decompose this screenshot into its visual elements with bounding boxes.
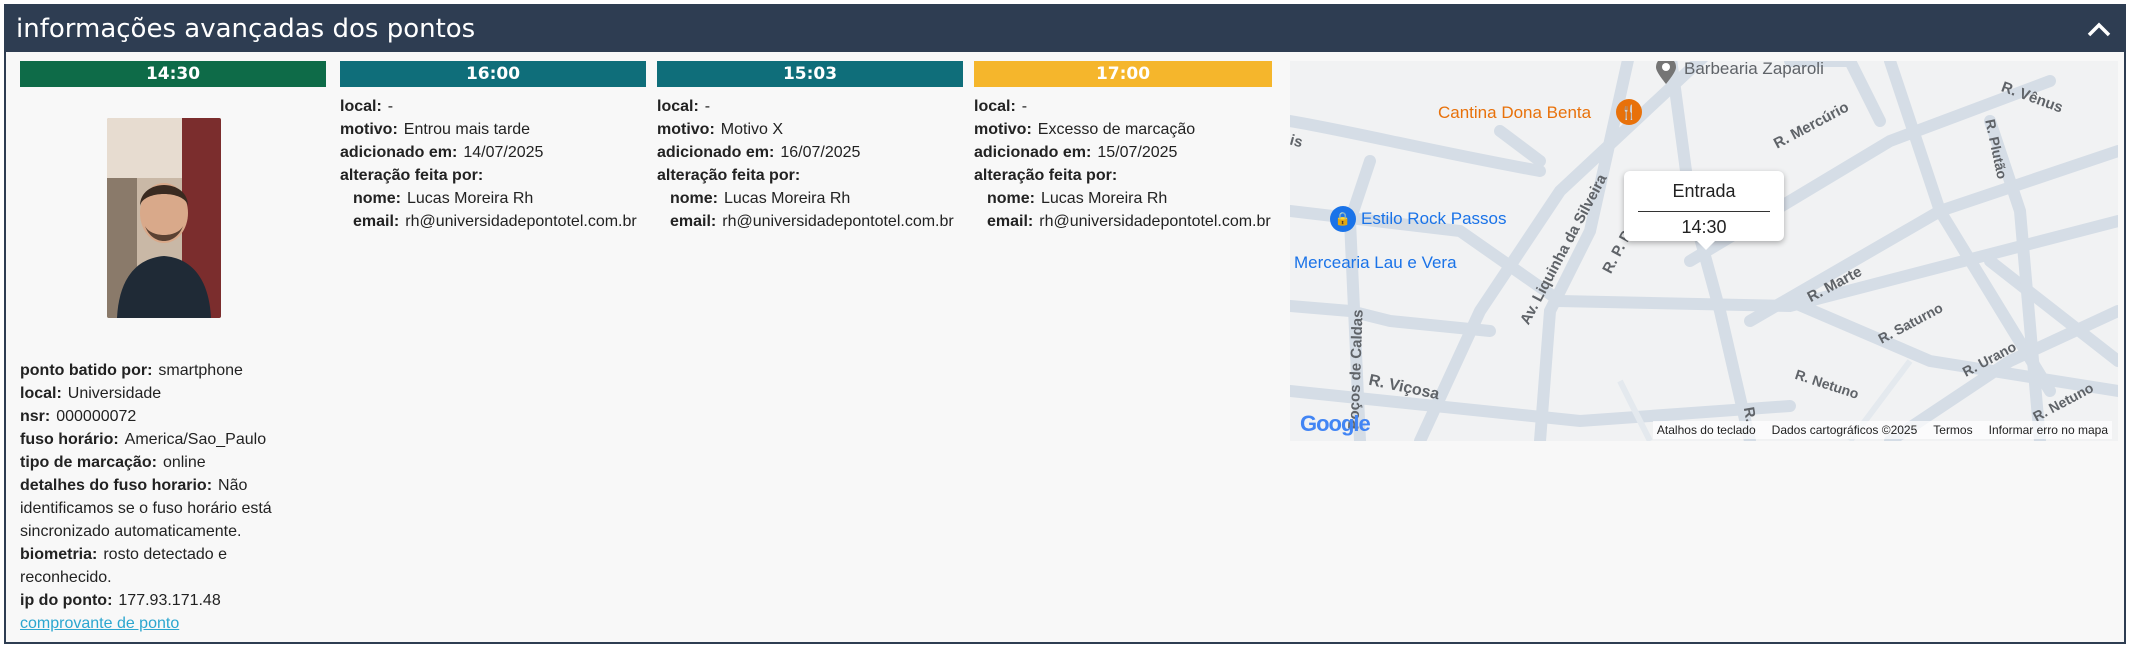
place-mercearia[interactable]: Mercearia Lau e Vera xyxy=(1294,253,1457,273)
terms-link[interactable]: Termos xyxy=(1933,423,1972,437)
label: nome: xyxy=(670,190,718,207)
value-motivo: Motivo X xyxy=(720,121,784,138)
punch-details: ponto batido por: smartphone local: Univer… xyxy=(20,359,320,635)
label: ip do ponto: xyxy=(20,592,113,609)
label: email: xyxy=(670,213,717,230)
label: adicionado em: xyxy=(340,144,458,161)
value-motivo: Entrou mais tarde xyxy=(403,121,531,138)
value-email: rh@universidadepontotel.com.br xyxy=(405,213,637,230)
punch-column-1: 16:00 local: - motivo: Entrou mais tarde a… xyxy=(340,61,646,230)
value-adicionado-em: 15/07/2025 xyxy=(1097,144,1178,161)
time-bar: 14:30 xyxy=(20,61,326,87)
label: email: xyxy=(987,213,1034,230)
punch-column-3: 17:00 local: - motivo: Excesso de marcação… xyxy=(974,61,1272,230)
value-adicionado-em: 16/07/2025 xyxy=(780,144,861,161)
panel-title: informações avançadas dos pontos xyxy=(16,14,476,44)
report-error-link[interactable]: Informar erro no mapa xyxy=(1989,423,2108,437)
barbearia-pin-icon xyxy=(1654,61,1678,85)
edit-details: local: - motivo: Entrou mais tarde adicion… xyxy=(340,95,637,233)
label: adicionado em: xyxy=(657,144,775,161)
time-bar: 17:00 xyxy=(974,61,1272,87)
value-nome: Lucas Moreira Rh xyxy=(1041,190,1168,207)
edit-details: local: - motivo: Excesso de marcação adici… xyxy=(974,95,1271,233)
tooltip-title: Entrada xyxy=(1672,181,1736,201)
punch-column-original: 14:30 xyxy=(20,61,326,87)
label: nome: xyxy=(987,190,1035,207)
value-local: - xyxy=(387,98,394,115)
label: motivo: xyxy=(657,121,715,138)
label: biometria: xyxy=(20,546,98,563)
map-tooltip: Entrada 14:30 xyxy=(1624,171,1784,250)
value-ponto-batido-por: smartphone xyxy=(158,362,243,379)
selfie-photo xyxy=(107,118,221,318)
chevron-up-icon[interactable] xyxy=(2084,14,2114,44)
value-nsr: 000000072 xyxy=(56,408,137,425)
label: tipo de marcação: xyxy=(20,454,157,471)
label: alteração feita por: xyxy=(974,167,1118,184)
place-barbearia[interactable]: Barbearia Zaparoli xyxy=(1684,61,1824,79)
label: alteração feita por: xyxy=(340,167,484,184)
advanced-points-panel: informações avançadas dos pontos 14:30 p… xyxy=(4,4,2126,644)
restaurant-icon: 🍴 xyxy=(1616,99,1642,125)
label: local: xyxy=(657,98,699,115)
shop-icon: 🔒 xyxy=(1330,206,1356,232)
label: motivo: xyxy=(340,121,398,138)
label: nsr: xyxy=(20,408,51,425)
label: fuso horário: xyxy=(20,431,119,448)
value-nome: Lucas Moreira Rh xyxy=(724,190,851,207)
label: local: xyxy=(20,385,62,402)
value-local: - xyxy=(1021,98,1028,115)
value-local: Universidade xyxy=(67,385,162,402)
map-data-text: Dados cartográficos ©2025 xyxy=(1771,423,1918,437)
tooltip-time: 14:30 xyxy=(1681,217,1727,237)
value-motivo: Excesso de marcação xyxy=(1037,121,1196,138)
label: detalhes do fuso horario: xyxy=(20,477,213,494)
value-ip: 177.93.171.48 xyxy=(118,592,221,609)
tooltip-arrow xyxy=(1697,241,1715,250)
value-tipo-marcacao: online xyxy=(162,454,206,471)
edit-details: local: - motivo: Motivo X adicionado em: 16… xyxy=(657,95,954,233)
label: local: xyxy=(974,98,1016,115)
value-email: rh@universidadepontotel.com.br xyxy=(722,213,954,230)
map-footer: Atalhos do teclado Dados cartográficos ©… xyxy=(1652,421,2112,439)
label: nome: xyxy=(353,190,401,207)
value-nome: Lucas Moreira Rh xyxy=(407,190,534,207)
place-estilo[interactable]: Estilo Rock Passos xyxy=(1361,209,1507,229)
label: local: xyxy=(340,98,382,115)
time-bar: 15:03 xyxy=(657,61,963,87)
place-cantina[interactable]: Cantina Dona Benta xyxy=(1438,103,1591,123)
time-bar: 16:00 xyxy=(340,61,646,87)
label: motivo: xyxy=(974,121,1032,138)
value-fuso-horario: America/Sao_Paulo xyxy=(124,431,267,448)
label: adicionado em: xyxy=(974,144,1092,161)
panel-header: informações avançadas dos pontos xyxy=(6,6,2124,52)
keyboard-shortcuts-link[interactable]: Atalhos do teclado xyxy=(1657,423,1756,437)
location-map[interactable]: Barbearia Zaparoli Cantina Dona Benta 🍴 … xyxy=(1290,61,2118,441)
google-wordmark: Google xyxy=(1300,411,1371,436)
google-logo: Google xyxy=(1300,411,1371,437)
value-email: rh@universidadepontotel.com.br xyxy=(1039,213,1271,230)
value-local: - xyxy=(704,98,711,115)
label: ponto batido por: xyxy=(20,362,153,379)
label: alteração feita por: xyxy=(657,167,801,184)
label: email: xyxy=(353,213,400,230)
tooltip-divider xyxy=(1638,211,1770,212)
comprovante-link[interactable]: comprovante de ponto xyxy=(20,615,179,632)
punch-column-2: 15:03 local: - motivo: Motivo X adicionado… xyxy=(657,61,963,230)
value-adicionado-em: 14/07/2025 xyxy=(463,144,544,161)
